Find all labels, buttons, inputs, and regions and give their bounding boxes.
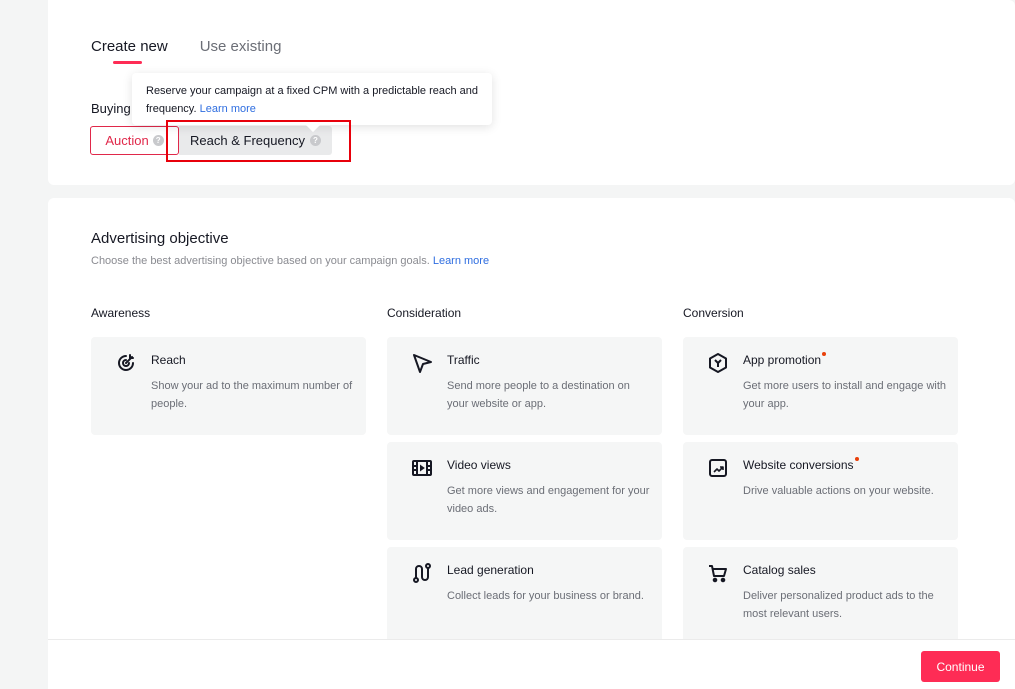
video-film-icon: [412, 460, 432, 476]
card-description: Deliver personalized product ads to the …: [743, 590, 934, 620]
help-icon[interactable]: ?: [152, 135, 164, 146]
new-indicator-dot: [854, 457, 859, 461]
objective-card-catalog-sales[interactable]: Catalog sales Deliver personalized produ…: [683, 547, 958, 645]
tab-use-existing[interactable]: Use existing: [200, 38, 282, 59]
card-description: Send more people to a destination on you…: [447, 380, 630, 410]
consideration-column: Consideration Traffic Send more people t…: [387, 306, 662, 652]
help-icon[interactable]: ?: [309, 135, 321, 146]
objective-card-reach[interactable]: Reach Show your ad to the maximum number…: [91, 337, 366, 435]
card-description: Show your ad to the maximum number of pe…: [151, 380, 353, 410]
objective-title: Advertising objective: [91, 230, 229, 247]
objective-subtitle-text: Choose the best advertising objective ba…: [91, 255, 430, 267]
buying-type-label: Buying: [91, 101, 131, 116]
tooltip-text: Reserve your campaign at a fixed CPM wit…: [146, 85, 479, 115]
cursor-arrow-icon: [413, 354, 432, 373]
objective-card-app-promotion[interactable]: App promotion Get more users to install …: [683, 337, 958, 435]
app-hexagon-icon: [709, 353, 727, 373]
reach-frequency-label: Reach & Frequency: [190, 133, 305, 148]
footer-bar: Continue: [48, 639, 1015, 689]
objective-card-website-conversions[interactable]: Website conversions Drive valuable actio…: [683, 442, 958, 540]
awareness-column: Awareness Reach Show your ad to the maxi…: [91, 306, 366, 442]
shopping-cart-icon: [709, 565, 727, 583]
campaign-setup-panel: Create new Use existing Buying Reserve y…: [48, 0, 1015, 185]
card-description: Collect leads for your business or brand…: [447, 590, 644, 602]
objective-subtitle: Choose the best advertising objective ba…: [91, 255, 489, 267]
column-heading: Consideration: [387, 306, 462, 320]
continue-button[interactable]: Continue: [921, 651, 1000, 682]
trend-chart-icon: [709, 459, 727, 477]
reach-target-icon: [118, 354, 134, 371]
buying-type-reach-frequency-button[interactable]: Reach & Frequency ?: [179, 126, 332, 155]
objective-card-lead-generation[interactable]: Lead generation Collect leads for your b…: [387, 547, 662, 645]
column-heading: Awareness: [91, 306, 151, 320]
buying-type-auction-button[interactable]: Auction ?: [90, 126, 179, 155]
objective-card-traffic[interactable]: Traffic Send more people to a destinatio…: [387, 337, 662, 435]
tab-create-new[interactable]: Create new: [91, 38, 168, 59]
objective-learn-more-link[interactable]: Learn more: [433, 255, 489, 267]
card-title: Catalog sales: [743, 563, 816, 577]
lead-path-icon: [413, 563, 431, 583]
card-title-text: App promotion: [743, 353, 822, 367]
card-title: Reach: [151, 353, 186, 367]
card-title: Video views: [447, 458, 511, 472]
reach-frequency-tooltip: Reserve your campaign at a fixed CPM wit…: [132, 73, 492, 133]
objective-card-video-views[interactable]: Video views Get more views and engagemen…: [387, 442, 662, 540]
conversion-column: Conversion App promotion Get more users …: [683, 306, 958, 652]
active-tab-indicator: [113, 61, 142, 64]
advertising-objective-panel: Advertising objective Choose the best ad…: [48, 198, 1015, 689]
card-title: Traffic: [447, 353, 480, 367]
tooltip-learn-more-link[interactable]: Learn more: [200, 103, 256, 115]
auction-label: Auction: [105, 133, 149, 148]
card-description: Drive valuable actions on your website.: [743, 485, 934, 497]
card-title-text: Website conversions: [743, 458, 854, 472]
new-indicator-dot: [822, 352, 827, 356]
card-title: Website conversions: [743, 457, 859, 472]
campaign-tabs: Create new Use existing: [91, 38, 281, 59]
card-title: Lead generation: [447, 563, 534, 577]
column-heading: Conversion: [683, 306, 744, 320]
card-description: Get more views and engagement for your v…: [447, 485, 650, 515]
card-description: Get more users to install and engage wit…: [743, 380, 947, 410]
card-title: App promotion: [743, 352, 827, 367]
